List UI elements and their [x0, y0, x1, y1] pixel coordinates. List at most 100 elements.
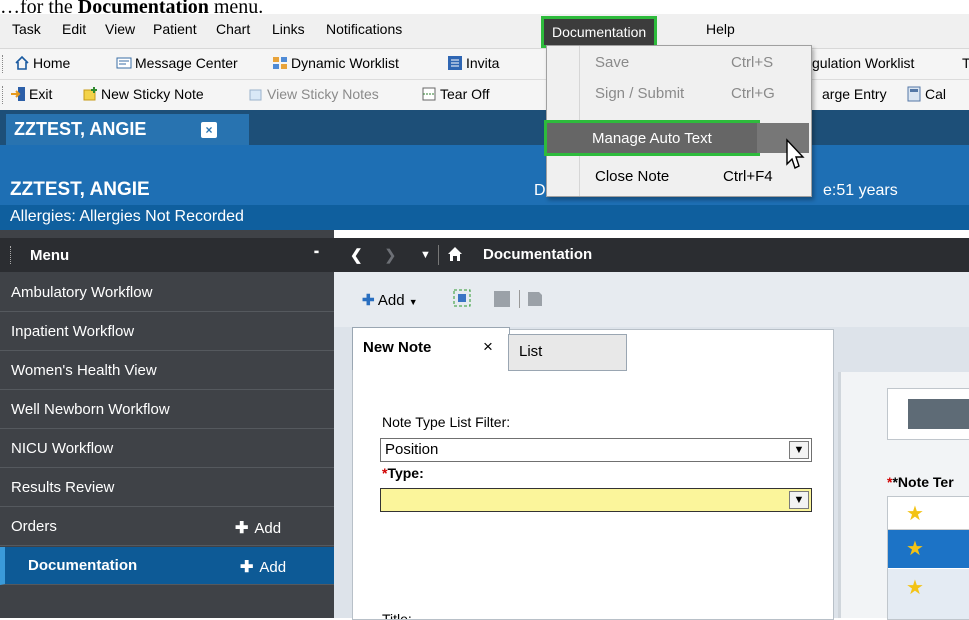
sidebar-item-womens-health-view[interactable]: Women's Health View — [0, 352, 334, 390]
forward-arrow-icon[interactable]: ❯ — [384, 246, 397, 264]
sidebar-menu: Menu ╺ Ambulatory Workflow Inpatient Wor… — [0, 230, 334, 618]
sidebar-item-well-newborn-workflow[interactable]: Well Newborn Workflow — [0, 391, 334, 429]
new-sticky-note-label: New Sticky Note — [101, 86, 204, 102]
toolbar1-overflow-item[interactable]: T — [962, 55, 969, 71]
menu-item-label: Save — [595, 54, 630, 71]
add-label: Add — [377, 292, 405, 309]
message-icon — [116, 55, 132, 71]
sidebar-item-label: Well Newborn Workflow — [11, 401, 170, 418]
tab-list[interactable]: List — [508, 334, 627, 371]
worklist-icon — [272, 55, 288, 71]
home-icon — [14, 55, 30, 71]
list-item[interactable]: ★ — [888, 530, 969, 568]
exit-button[interactable]: Exit — [10, 86, 52, 102]
menu-item-close-note[interactable]: Close Note Ctrl+F4 — [547, 164, 809, 192]
template-action-button[interactable] — [908, 399, 969, 429]
close-patient-tab-icon[interactable]: × — [201, 122, 217, 138]
history-dropdown-icon[interactable]: ▼ — [420, 249, 431, 261]
star-icon[interactable]: ★ — [906, 501, 924, 526]
menu-help[interactable]: Help — [706, 21, 735, 37]
type-label-text: Type: — [387, 465, 424, 481]
chevron-down-icon: ▼ — [408, 297, 418, 307]
sidebar-item-results-review[interactable]: Results Review — [0, 469, 334, 507]
plus-icon: ✚ — [362, 292, 375, 309]
list-item[interactable]: ★ — [888, 497, 969, 530]
documentation-add-button[interactable]: ✚ Add — [240, 557, 286, 577]
menu-view[interactable]: View — [105, 21, 135, 37]
sidebar-item-label: Inpatient Workflow — [11, 323, 135, 340]
list-item[interactable]: ★ — [888, 569, 969, 619]
invitations-label: Invita — [466, 55, 500, 71]
menu-task[interactable]: Task — [12, 21, 41, 37]
sidebar-item-label: Women's Health View — [11, 362, 157, 379]
tear-off-label: Tear Off — [440, 86, 490, 102]
tear-off-button[interactable]: Tear Off — [421, 86, 490, 102]
star-icon[interactable]: ★ — [906, 575, 924, 600]
home-button[interactable]: Home — [14, 55, 70, 71]
anticoagulation-worklist-button[interactable]: gulation Worklist — [812, 55, 914, 71]
patient-tab-name: ZZTEST, ANGIE — [14, 119, 147, 139]
documentation-dropdown-menu: Save Ctrl+S Sign / Submit Ctrl+G Manage Au… — [544, 45, 812, 197]
menu-documentation[interactable]: Documentation — [541, 16, 658, 48]
allergy-bar: Allergies: Allergies Not Recorded — [0, 205, 969, 230]
menu-item-shortcut: Ctrl+S — [731, 54, 774, 71]
sidebar-item-nicu-workflow[interactable]: NICU Workflow — [0, 430, 334, 468]
content-nav-bar: ❮ ❯ ▼ Documentation — [334, 238, 969, 272]
sidebar-item-label: Documentation — [28, 557, 138, 574]
sticky-notes-view-icon — [248, 86, 264, 102]
forward-doc-icon[interactable] — [527, 291, 543, 310]
menu-links[interactable]: Links — [272, 21, 305, 37]
close-tab-icon[interactable]: × — [483, 337, 493, 357]
star-icon[interactable]: ★ — [906, 536, 924, 561]
menu-item-shortcut: Ctrl+F4 — [723, 168, 773, 185]
type-select[interactable]: ▼ — [380, 488, 812, 512]
sidebar-item-inpatient-workflow[interactable]: Inpatient Workflow — [0, 313, 334, 351]
note-type-filter-value: Position — [385, 441, 439, 458]
charge-entry-label: arge Entry — [822, 86, 887, 102]
invitations-button[interactable]: Invita — [447, 55, 499, 71]
tab-new-note[interactable]: New Note × — [352, 327, 510, 370]
menu-item-sign-submit[interactable]: Sign / Submit Ctrl+G — [547, 81, 809, 109]
menu-bar: Task Edit View Patient Chart Links Notif… — [0, 14, 969, 49]
add-document-button[interactable]: ✚ Add ▼ — [362, 291, 418, 309]
exit-icon — [10, 86, 26, 102]
allergies-text[interactable]: Allergies: Allergies Not Recorded — [10, 208, 244, 226]
calculator-button[interactable]: Cal — [906, 86, 946, 102]
add-label: Add — [254, 520, 282, 537]
toolbar-grip[interactable] — [2, 86, 6, 104]
menu-item-save[interactable]: Save Ctrl+S — [547, 50, 809, 78]
message-center-label: Message Center — [135, 55, 238, 71]
document-icon[interactable] — [494, 291, 510, 307]
back-arrow-icon[interactable]: ❮ — [350, 246, 363, 264]
menu-item-manage-auto-text[interactable]: Manage Auto Text — [544, 120, 760, 156]
chevron-down-icon: ▼ — [789, 491, 809, 509]
home-icon[interactable] — [447, 246, 463, 264]
sidebar-item-label: NICU Workflow — [11, 440, 114, 457]
menu-patient[interactable]: Patient — [153, 21, 197, 37]
note-templates-pane: **Note Ter ★ ★ ★ — [841, 372, 969, 620]
patient-tab[interactable]: ZZTEST, ANGIE × — [6, 114, 249, 145]
sidebar-item-ambulatory-workflow[interactable]: Ambulatory Workflow — [0, 274, 334, 312]
new-sticky-note-button[interactable]: New Sticky Note — [82, 86, 204, 102]
action-bar: ✚ Add ▼ — [334, 272, 969, 327]
sidebar-item-documentation[interactable]: Documentation ✚ Add — [0, 547, 334, 585]
plus-icon: ✚ — [240, 559, 254, 576]
dynamic-worklist-button[interactable]: Dynamic Worklist — [272, 55, 399, 71]
pin-icon[interactable]: ╺ — [311, 245, 318, 259]
menu-chart[interactable]: Chart — [216, 21, 250, 37]
menu-edit[interactable]: Edit — [62, 21, 86, 37]
charge-entry-button[interactable]: arge Entry — [822, 86, 887, 102]
toolbar-grip[interactable] — [2, 55, 6, 73]
toolbar-primary: Home Message Center Dynamic Worklist Inv… — [0, 49, 969, 80]
page-title: Documentation — [483, 246, 593, 263]
sidebar-item-orders[interactable]: Orders ✚ Add — [0, 508, 334, 546]
message-center-button[interactable]: Message Center — [116, 55, 238, 71]
note-type-filter-select[interactable]: Position ▼ — [380, 438, 812, 462]
view-sticky-notes-button[interactable]: View Sticky Notes — [248, 86, 379, 102]
orders-add-button[interactable]: ✚ Add — [235, 518, 281, 538]
menu-notifications[interactable]: Notifications — [326, 21, 402, 37]
menu-item-label: Sign / Submit — [595, 85, 685, 102]
invitation-icon — [447, 55, 463, 71]
nav-divider — [438, 245, 439, 265]
capture-icon[interactable] — [453, 289, 471, 310]
